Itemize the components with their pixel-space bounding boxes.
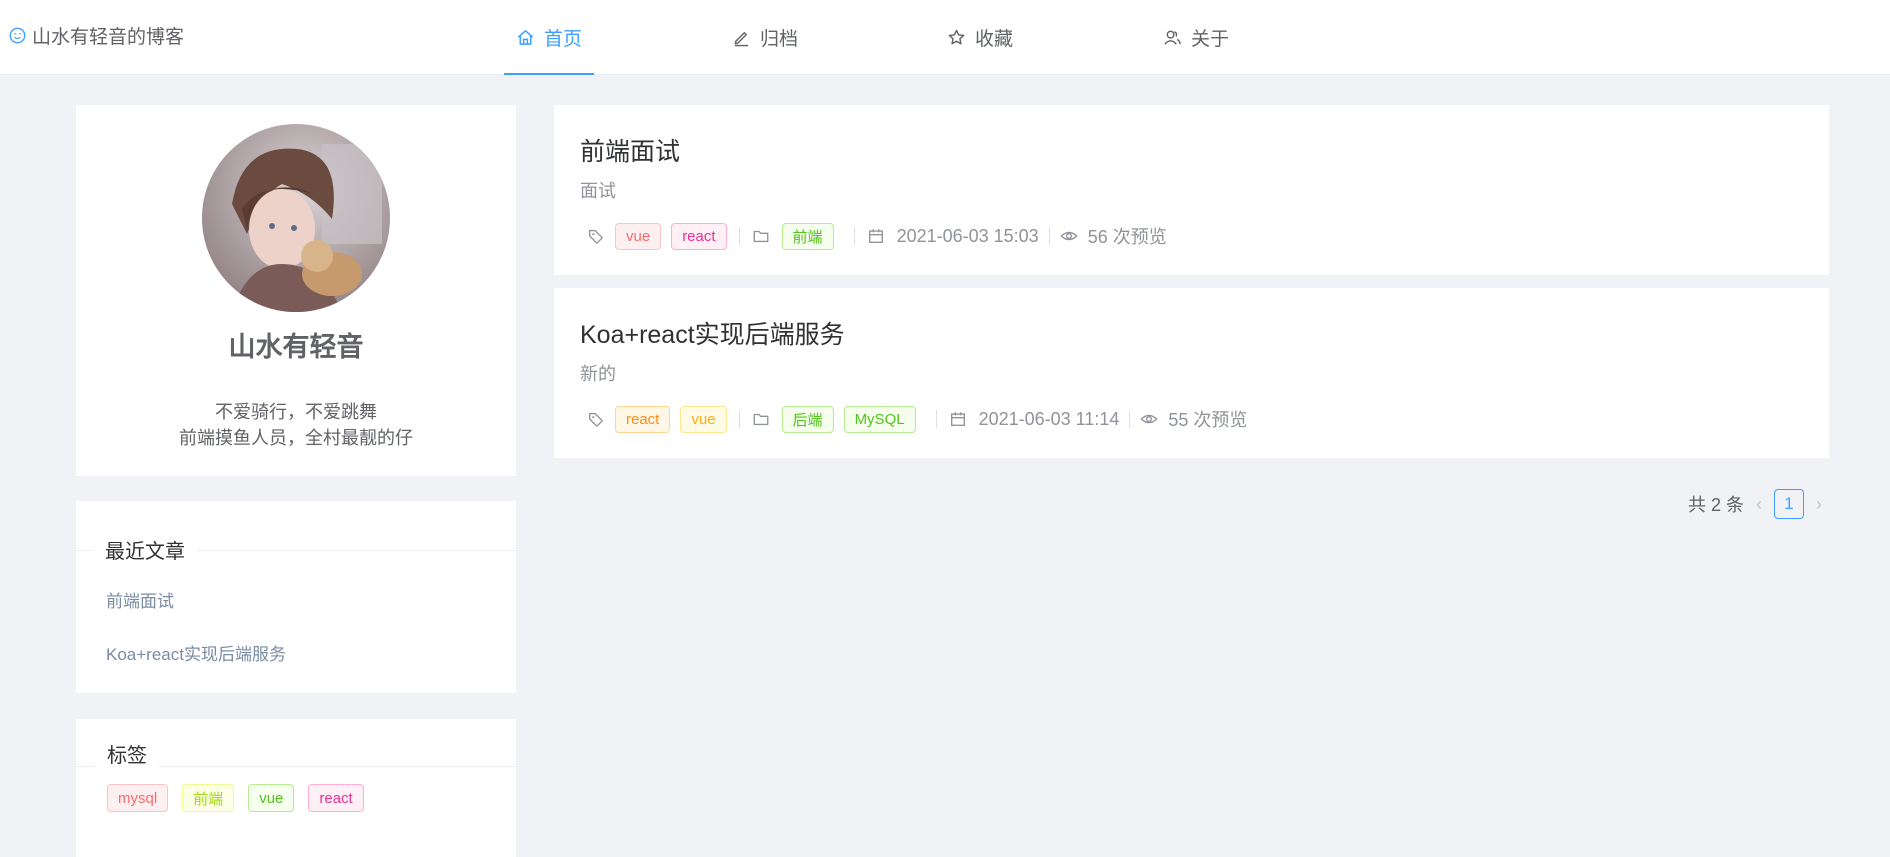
star-icon (948, 29, 965, 45)
nav-home[interactable]: 首页 (503, 0, 595, 75)
nav-favorites-label: 收藏 (975, 29, 1014, 50)
recent-posts-card: 最近文章 前端面试 Koa+react实现后端服务 (76, 501, 516, 693)
post-category[interactable]: 后端 (781, 405, 834, 433)
pagination: 共 2 条 ‹ 1 › (1688, 489, 1822, 519)
post-views: 55 次预览 (1168, 410, 1248, 430)
post-views: 56 次预览 (1087, 227, 1167, 247)
tags-title: 标签 (95, 739, 159, 768)
nav-favorites[interactable]: 收藏 (947, 0, 1013, 75)
post-tag[interactable]: react (615, 405, 671, 433)
brand-title: 山水有轻音的博客 (32, 26, 185, 48)
post-description: 新的 (580, 364, 616, 384)
bio-line: 前端摸鱼人员，全村最靓的仔 (179, 428, 413, 448)
brand[interactable]: 山水有轻音的博客 (9, 22, 184, 48)
recent-posts-title: 最近文章 (93, 535, 197, 564)
prev-page-icon[interactable]: ‹ (1756, 494, 1762, 515)
profile-bio: 不爱骑行，不爱跳舞 前端摸鱼人员，全村最靓的仔 (76, 399, 516, 451)
avatar (202, 124, 390, 312)
post-title[interactable]: Koa+react实现后端服务 (580, 315, 845, 351)
folder-icon (753, 230, 768, 243)
folder-icon (753, 413, 768, 426)
post-tag[interactable]: vue (615, 222, 662, 250)
next-page-icon[interactable]: › (1816, 494, 1822, 515)
bio-line: 不爱骑行，不爱跳舞 (215, 402, 377, 422)
post-title[interactable]: 前端面试 (580, 132, 680, 168)
tag-item[interactable]: vue (248, 784, 295, 812)
calendar-icon (868, 229, 883, 243)
profile-name: 山水有轻音 (228, 332, 364, 362)
users-icon (1164, 30, 1181, 45)
edit-icon (734, 32, 749, 47)
pagination-total: 共 2 条 (1687, 495, 1744, 515)
tag-item[interactable]: react (308, 784, 364, 812)
nav-archive[interactable]: 归档 (732, 0, 798, 75)
nav-about[interactable]: 关于 (1163, 0, 1229, 75)
post-tag[interactable]: react (671, 222, 727, 250)
nav-archive-label: 归档 (760, 29, 799, 50)
post-meta: vue react 前端 2021-06-03 15:03 56 次预览 (587, 221, 1167, 251)
nav-home-label: 首页 (544, 29, 583, 50)
tag-item[interactable]: mysql (107, 784, 169, 812)
eye-icon (1140, 414, 1159, 424)
page-number-button[interactable]: 1 (1774, 489, 1804, 519)
post-tag[interactable]: vue (680, 405, 727, 433)
profile-card: 山水有轻音 不爱骑行，不爱跳舞 前端摸鱼人员，全村最靓的仔 (76, 105, 516, 476)
tags-list: mysql 前端 vue react (107, 784, 364, 812)
tag-icon (589, 229, 603, 244)
post-meta: react vue 后端 MySQL 2021-06-03 11:14 55 次… (587, 404, 1247, 434)
nav-about-label: 关于 (1191, 29, 1230, 50)
recent-post-link[interactable]: Koa+react实现后端服务 (106, 640, 286, 665)
post-date: 2021-06-03 15:03 (896, 225, 1039, 246)
tag-item[interactable]: 前端 (182, 784, 235, 812)
post-category[interactable]: MySQL (843, 405, 916, 433)
calendar-icon (950, 412, 965, 426)
home-icon (517, 30, 534, 45)
post-description: 面试 (580, 181, 616, 201)
tags-card: 标签 mysql 前端 vue react (76, 719, 516, 857)
recent-post-link[interactable]: 前端面试 (106, 587, 174, 612)
smile-icon (9, 27, 26, 43)
post-category[interactable]: 前端 (781, 222, 834, 250)
tag-icon (589, 412, 603, 427)
post-card[interactable]: 前端面试 面试 vue react 前端 2021-06-03 15:03 56… (554, 105, 1829, 275)
top-header: 山水有轻音的博客 首页 归档 收藏 关于 (0, 0, 1890, 75)
post-card[interactable]: Koa+react实现后端服务 新的 react vue 后端 MySQL 20… (554, 288, 1829, 458)
eye-icon (1060, 231, 1078, 241)
post-date: 2021-06-03 11:14 (978, 408, 1120, 429)
